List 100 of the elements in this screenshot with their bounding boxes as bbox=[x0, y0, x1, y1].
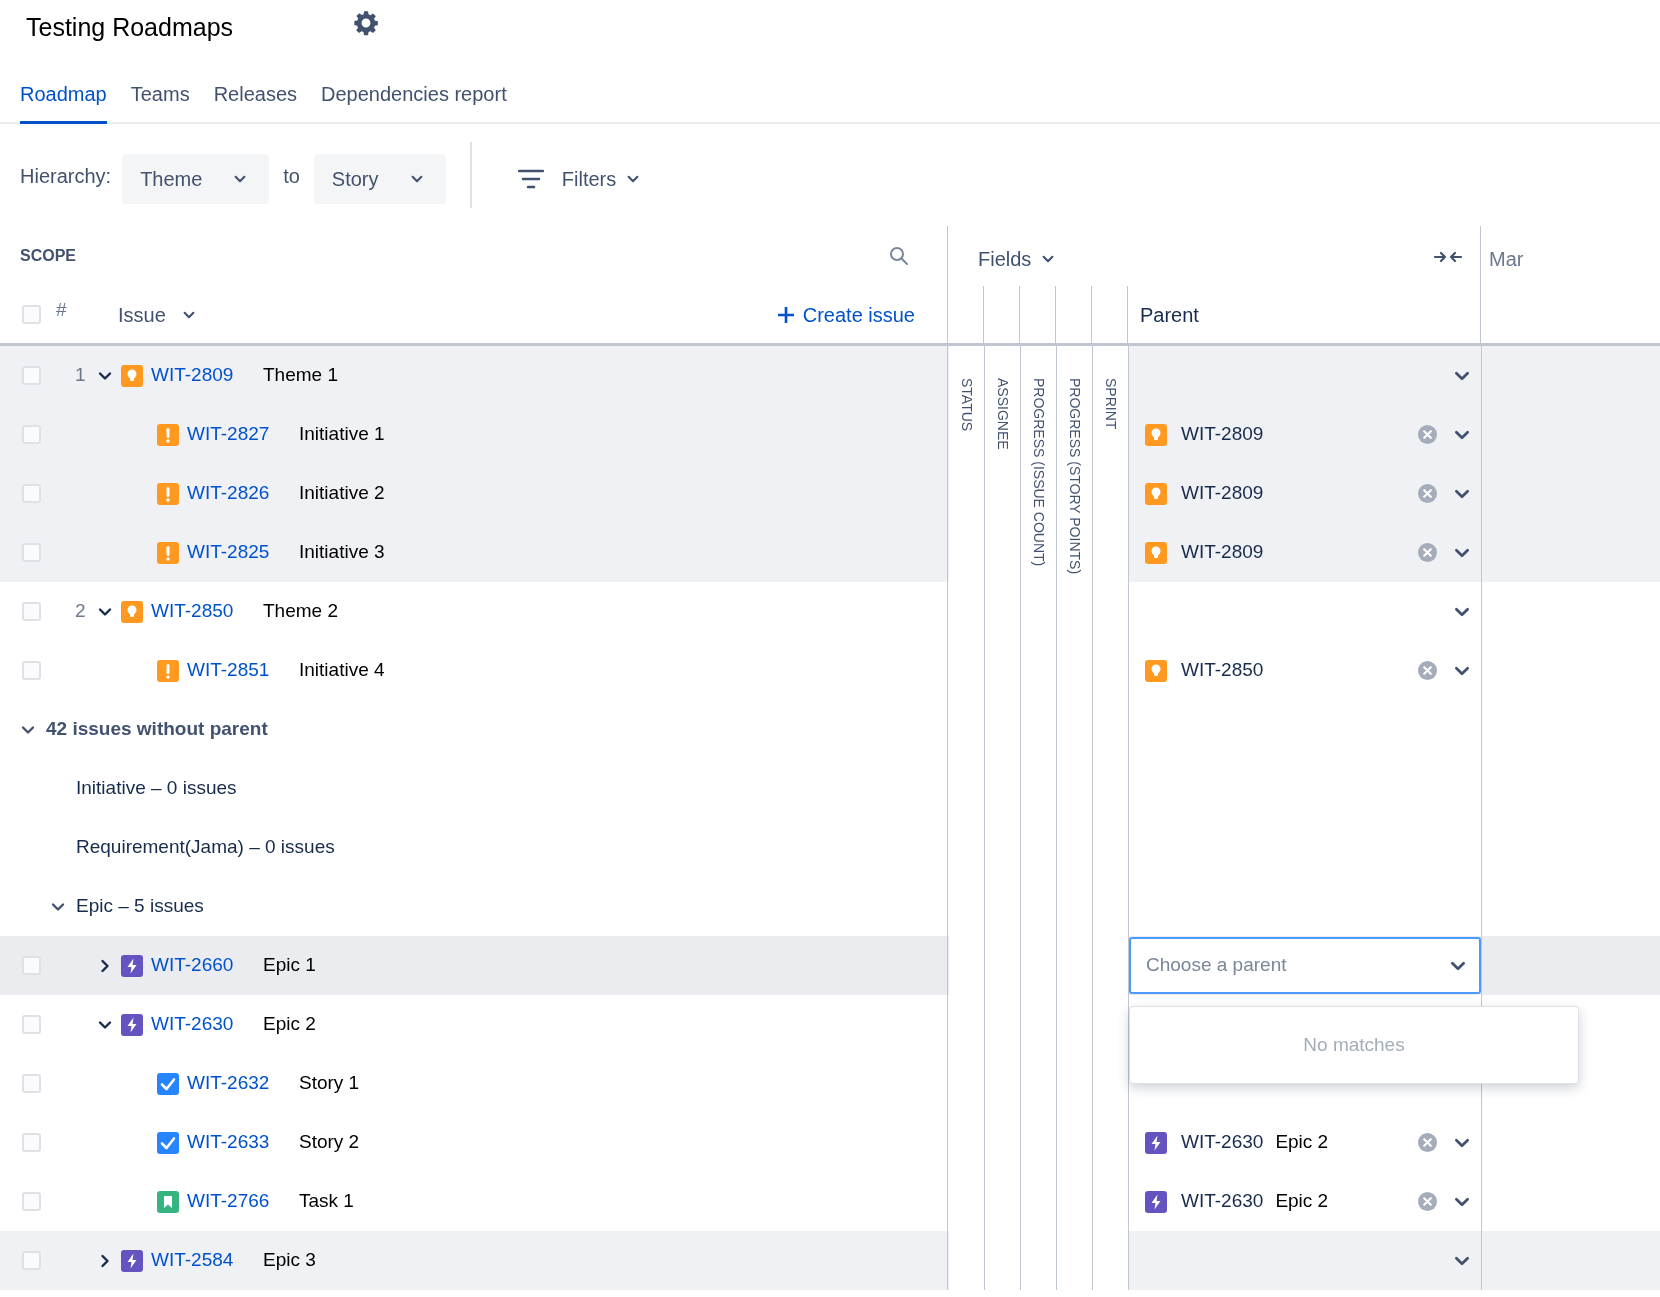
empty-message: No matches bbox=[1303, 1032, 1405, 1057]
parent-key[interactable]: WIT-2809 bbox=[1181, 538, 1264, 567]
create-issue-button[interactable]: Create issue bbox=[776, 299, 915, 330]
issue-row[interactable]: WIT-2827 Initiative 1 bbox=[0, 405, 949, 464]
issue-key[interactable]: WIT-2809 bbox=[151, 361, 263, 390]
exclamation-icon bbox=[157, 482, 179, 505]
column-header: PROGRESS (ISSUE COUNT) bbox=[1030, 378, 1048, 567]
lightning-icon bbox=[121, 1249, 143, 1272]
parent-summary: Epic 2 bbox=[1275, 1189, 1329, 1214]
row-checkbox[interactable] bbox=[22, 305, 41, 324]
group-label: Requirement(Jama) – 0 issues bbox=[76, 835, 335, 860]
row-checkbox[interactable] bbox=[22, 1015, 41, 1034]
parent-key[interactable]: WIT-2630 bbox=[1181, 1187, 1264, 1216]
issue-summary: Initiative 4 bbox=[299, 658, 385, 683]
issue-summary: Task 1 bbox=[299, 1189, 354, 1214]
lightbulb-icon bbox=[1145, 541, 1167, 564]
filters-button[interactable]: Filters bbox=[561, 164, 641, 194]
row-checkbox[interactable] bbox=[22, 1251, 41, 1270]
level-select[interactable]: Story bbox=[313, 154, 446, 204]
column-header: SPRINT bbox=[1102, 378, 1120, 430]
bookmark-icon bbox=[157, 1190, 179, 1213]
issue-key[interactable]: WIT-2632 bbox=[187, 1069, 299, 1098]
checkmark-icon bbox=[157, 1131, 179, 1154]
lightbulb-icon bbox=[121, 364, 143, 387]
column-header: STATUS bbox=[958, 378, 976, 432]
issue-column-menu[interactable]: Issue bbox=[118, 299, 196, 330]
group-label: 42 issues without parent bbox=[46, 717, 268, 742]
search-icon[interactable] bbox=[889, 246, 909, 266]
issue-key[interactable]: WIT-2850 bbox=[151, 597, 263, 626]
lightning-icon bbox=[121, 1013, 143, 1036]
issue-key[interactable]: WIT-2825 bbox=[187, 538, 299, 567]
exclamation-icon bbox=[157, 423, 179, 446]
lightning-icon bbox=[121, 954, 143, 977]
issue-row[interactable]: WIT-2826 Initiative 2 bbox=[0, 464, 949, 523]
row-checkbox[interactable] bbox=[22, 1133, 41, 1152]
row-checkbox[interactable] bbox=[22, 602, 41, 621]
lightning-icon bbox=[1145, 1190, 1167, 1213]
row-checkbox[interactable] bbox=[22, 661, 41, 680]
issue-row[interactable]: WIT-2660 Epic 1 bbox=[0, 936, 949, 995]
column-header: ASSIGNEE bbox=[994, 378, 1012, 450]
parent-key[interactable]: WIT-2630 bbox=[1181, 1128, 1264, 1157]
issue-key[interactable]: WIT-2630 bbox=[151, 1010, 263, 1039]
plus-icon bbox=[776, 305, 795, 324]
issue-row[interactable]: 1 WIT-2809 Theme 1 bbox=[0, 346, 949, 405]
nav-tab[interactable]: Dependencies report bbox=[321, 79, 507, 124]
nav-tab[interactable]: Roadmap bbox=[20, 79, 107, 124]
lightbulb-icon bbox=[1145, 659, 1167, 682]
issue-key[interactable]: WIT-2633 bbox=[187, 1128, 299, 1157]
row-checkbox[interactable] bbox=[22, 1074, 41, 1093]
issue-summary: Theme 1 bbox=[263, 363, 338, 388]
row-number: 2 bbox=[75, 600, 86, 622]
group-label: Initiative – 0 issues bbox=[76, 776, 237, 801]
row-checkbox[interactable] bbox=[22, 366, 41, 385]
issue-summary: Initiative 2 bbox=[299, 481, 385, 506]
issue-key[interactable]: WIT-2851 bbox=[187, 656, 299, 685]
fields-menu[interactable]: Fields bbox=[978, 244, 1056, 274]
settings-icon[interactable] bbox=[352, 9, 380, 37]
nav-tab[interactable]: Releases bbox=[213, 79, 297, 124]
issue-summary: Initiative 3 bbox=[299, 540, 385, 565]
issue-summary: Epic 3 bbox=[263, 1248, 316, 1273]
parent-select[interactable]: Choose a parent bbox=[1129, 937, 1481, 994]
row-checkbox[interactable] bbox=[22, 425, 41, 444]
row-checkbox[interactable] bbox=[22, 956, 41, 975]
issue-key[interactable]: WIT-2766 bbox=[187, 1187, 299, 1216]
row-checkbox[interactable] bbox=[22, 484, 41, 503]
level-select[interactable]: Theme bbox=[122, 154, 270, 204]
group-label: Epic – 5 issues bbox=[76, 894, 204, 919]
row-checkbox[interactable] bbox=[22, 543, 41, 562]
page-title: Testing Roadmaps bbox=[26, 12, 235, 44]
issue-summary: Story 2 bbox=[299, 1130, 360, 1155]
issue-key[interactable]: WIT-2584 bbox=[151, 1246, 263, 1275]
filter-icon[interactable] bbox=[517, 169, 544, 189]
parent-key[interactable]: WIT-2850 bbox=[1181, 656, 1264, 685]
issue-key[interactable]: WIT-2827 bbox=[187, 420, 299, 449]
issue-row[interactable]: WIT-2584 Epic 3 bbox=[0, 1231, 949, 1290]
issue-summary: Epic 2 bbox=[263, 1012, 316, 1037]
number-header: # bbox=[56, 298, 68, 323]
parent-key[interactable]: WIT-2809 bbox=[1181, 479, 1264, 508]
issue-row[interactable]: WIT-2825 Initiative 3 bbox=[0, 523, 949, 582]
issue-summary: Initiative 1 bbox=[299, 422, 385, 447]
lightbulb-icon bbox=[1145, 482, 1167, 505]
checkmark-icon bbox=[157, 1072, 179, 1095]
collapse-icon[interactable] bbox=[1434, 249, 1462, 265]
scope-heading: SCOPE bbox=[20, 246, 76, 266]
lightning-icon bbox=[1145, 1131, 1167, 1154]
lightbulb-icon bbox=[1145, 423, 1167, 446]
month-label: Mar bbox=[1489, 247, 1524, 272]
lightbulb-icon bbox=[121, 600, 143, 623]
issue-summary: Theme 2 bbox=[263, 599, 338, 624]
issue-summary: Epic 1 bbox=[263, 953, 316, 978]
row-checkbox[interactable] bbox=[22, 1192, 41, 1211]
column-header: Parent bbox=[1140, 302, 1199, 328]
issue-key[interactable]: WIT-2660 bbox=[151, 951, 263, 980]
issue-key[interactable]: WIT-2826 bbox=[187, 479, 299, 508]
hierarchy-label: Hierarchy: bbox=[20, 164, 112, 189]
exclamation-icon bbox=[157, 659, 179, 682]
nav-tab[interactable]: Teams bbox=[130, 79, 190, 124]
issue-summary: Story 1 bbox=[299, 1071, 360, 1096]
parent-summary: Epic 2 bbox=[1275, 1130, 1329, 1155]
parent-key[interactable]: WIT-2809 bbox=[1181, 420, 1264, 449]
